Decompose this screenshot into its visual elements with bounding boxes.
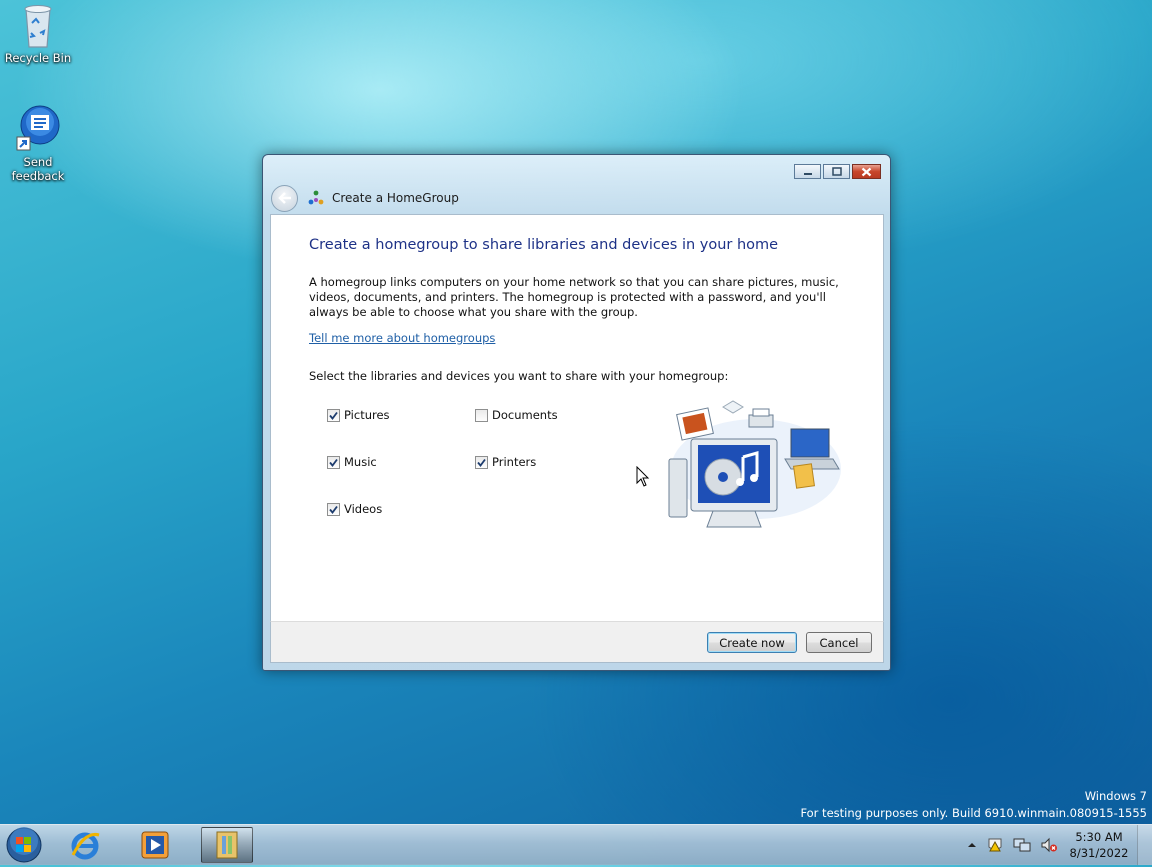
maximize-button[interactable]	[823, 164, 850, 179]
checkbox-printers[interactable]: Printers	[475, 455, 536, 469]
homegroup-icon	[308, 190, 324, 205]
checkbox-box[interactable]	[327, 408, 340, 422]
page-heading: Create a homegroup to share libraries an…	[309, 237, 779, 253]
system-tray: 5:30 AM 8/31/2022	[967, 825, 1152, 865]
recycle-bin-label: Recycle Bin	[4, 51, 72, 65]
content-area: Create a homegroup to share libraries an…	[270, 214, 884, 621]
desktop-icon-send-feedback[interactable]: Send feedback	[0, 105, 76, 183]
taskbar-media-player[interactable]	[130, 827, 180, 863]
watermark-os: Windows 7	[1084, 789, 1147, 803]
back-arrow-icon	[277, 192, 291, 204]
close-button[interactable]	[852, 164, 881, 179]
action-center-tray[interactable]	[986, 837, 1004, 853]
description-text: A homegroup links computers on your home…	[309, 275, 839, 319]
checkbox-box[interactable]	[475, 455, 488, 469]
recycle-bin-icon	[24, 5, 52, 48]
checkbox-label: Music	[344, 455, 377, 469]
clock-date: 8/31/2022	[1069, 846, 1129, 860]
close-icon	[861, 167, 872, 176]
minimize-button[interactable]	[794, 164, 821, 179]
checkmark-icon	[329, 458, 338, 467]
navigation-bar: Create a HomeGroup	[271, 184, 459, 212]
checkbox-label: Videos	[344, 502, 383, 516]
build-watermark: Windows 7 For testing purposes only. Bui…	[800, 788, 1147, 822]
checkbox-documents[interactable]: Documents	[475, 408, 558, 422]
desktop-icon-recycle-bin[interactable]: Recycle Bin	[0, 3, 76, 65]
mouse-pointer-icon	[636, 466, 650, 487]
maximize-icon	[831, 167, 842, 176]
homegroup-window: Create a HomeGroup Create a homegroup to…	[262, 154, 891, 671]
window-title: Create a HomeGroup	[308, 190, 459, 206]
watermark-build: For testing purposes only. Build 6910.wi…	[800, 806, 1147, 820]
show-desktop-button[interactable]	[1137, 825, 1152, 865]
select-instructions: Select the libraries and devices you wan…	[309, 369, 729, 383]
checkmark-icon	[477, 458, 486, 467]
clock[interactable]: 5:30 AM 8/31/2022	[1067, 829, 1131, 861]
start-button[interactable]	[4, 826, 44, 864]
checkbox-box[interactable]	[475, 408, 488, 422]
send-feedback-label-line2: feedback	[11, 169, 65, 183]
create-now-button[interactable]: Create now	[707, 632, 797, 653]
media-player-icon	[141, 831, 169, 859]
start-orb-icon	[6, 827, 42, 863]
homegroup-help-link[interactable]: Tell me more about homegroups	[309, 331, 495, 345]
chevron-up-icon	[968, 843, 976, 847]
taskbar: 5:30 AM 8/31/2022	[0, 824, 1152, 865]
checkbox-box[interactable]	[327, 502, 340, 516]
back-button[interactable]	[271, 184, 298, 212]
send-feedback-icon	[16, 105, 60, 151]
checkbox-label: Pictures	[344, 408, 390, 422]
send-feedback-label-line1: Send	[23, 155, 53, 169]
checkbox-box[interactable]	[327, 455, 340, 469]
show-hidden-icons-button[interactable]	[967, 841, 977, 849]
checkbox-label: Printers	[492, 455, 537, 469]
button-bar: Create now Cancel	[270, 621, 884, 663]
internet-explorer-icon	[71, 832, 100, 860]
checkbox-label: Documents	[492, 408, 558, 422]
speaker-muted-icon	[1041, 837, 1057, 853]
network-tray[interactable]	[1013, 837, 1031, 853]
homegroup-illustration	[668, 400, 841, 528]
volume-tray[interactable]	[1040, 837, 1058, 853]
window-title-text: Create a HomeGroup	[332, 191, 459, 205]
checkbox-videos[interactable]: Videos	[327, 502, 382, 516]
clock-time: 5:30 AM	[1075, 830, 1123, 844]
action-center-warning-icon	[988, 838, 1002, 852]
taskbar-homegroup-window[interactable]	[201, 827, 253, 863]
checkbox-music[interactable]: Music	[327, 455, 377, 469]
checkmark-icon	[329, 411, 338, 420]
checkmark-icon	[329, 505, 338, 514]
minimize-icon	[803, 172, 812, 175]
cancel-button[interactable]: Cancel	[806, 632, 872, 653]
homegroup-window-icon	[216, 831, 238, 859]
checkbox-pictures[interactable]: Pictures	[327, 408, 390, 422]
taskbar-internet-explorer[interactable]	[60, 827, 110, 863]
caption-buttons	[794, 164, 881, 179]
network-icon	[1013, 838, 1031, 852]
